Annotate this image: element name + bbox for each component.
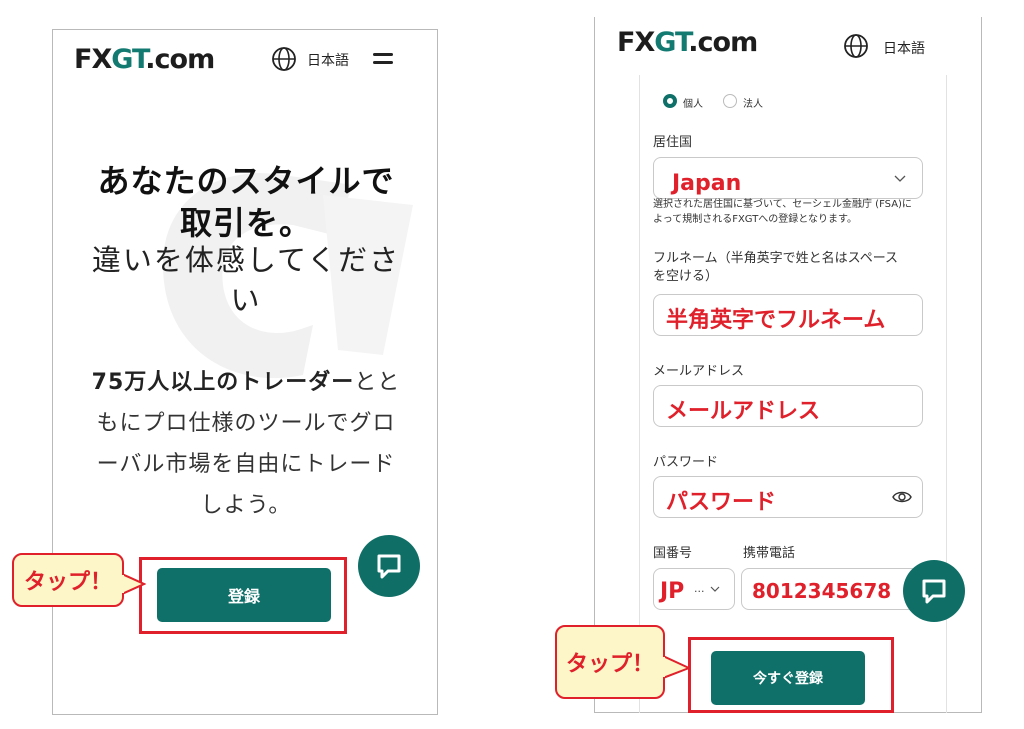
radio-corporate-label: 法人	[743, 99, 763, 110]
radio-individual[interactable]	[663, 94, 677, 108]
chevron-down-icon	[894, 175, 906, 182]
country-code-select[interactable]: JP ...	[653, 568, 735, 610]
radio-individual-label: 個人	[683, 99, 703, 110]
headline-subtitle: 違いを体感してくださ い	[91, 243, 401, 317]
globe-icon[interactable]	[843, 33, 869, 59]
callout-pointer-right	[663, 654, 691, 680]
phone-value: 8012345678	[752, 579, 892, 603]
language-selector[interactable]: 日本語	[307, 50, 349, 70]
phone-label: 携帯電話	[743, 546, 796, 561]
phone-input[interactable]: 8012345678	[741, 568, 923, 610]
tap-callout-right: タップ！	[555, 625, 665, 699]
country-code-value: JP	[660, 579, 685, 604]
chat-button[interactable]	[358, 535, 420, 597]
chat-bubble-icon	[377, 554, 401, 579]
country-value: Japan	[672, 171, 742, 196]
chat-bubble-icon	[922, 579, 946, 604]
fxgt-logo[interactable]: FXGT.com	[617, 27, 758, 58]
language-selector[interactable]: 日本語	[883, 38, 925, 58]
country-code-ellipsis: ...	[694, 582, 705, 595]
intro-text: 75万人以上のトレーダーとと もにプロ仕様のツールでグロ ーバル市場を自由にトレ…	[91, 370, 401, 518]
chat-button[interactable]	[903, 560, 965, 622]
password-label: パスワード	[653, 455, 719, 470]
callout-pointer-left	[122, 572, 146, 596]
tap-callout-left: タップ！	[12, 553, 124, 607]
country-label: 居住国	[653, 135, 693, 150]
highlight-box-right	[688, 637, 894, 713]
email-label: メールアドレス	[653, 364, 745, 379]
country-select[interactable]: Japan	[653, 157, 923, 199]
chevron-down-icon	[710, 586, 720, 592]
radio-corporate[interactable]	[723, 94, 737, 108]
highlight-box-left	[139, 557, 347, 634]
password-value: パスワード	[666, 490, 777, 515]
country-note: 選択された居住国に基づいて、セーシェル金融庁 (FSA)に よって規制されるFX…	[653, 199, 912, 225]
menu-icon[interactable]	[373, 53, 393, 69]
globe-icon[interactable]	[271, 46, 297, 72]
fxgt-logo[interactable]: FXGT.com	[74, 44, 215, 75]
country-code-label: 国番号	[653, 546, 693, 561]
password-input[interactable]: パスワード	[653, 476, 923, 518]
headline-title: あなたのスタイルで 取引を。	[97, 162, 395, 242]
eye-icon[interactable]	[892, 489, 912, 505]
fullname-label: フルネーム（半角英字で姓と名はスペース を空ける）	[653, 251, 899, 284]
fullname-value: 半角英字でフルネーム	[666, 308, 886, 333]
email-input[interactable]: メールアドレス	[653, 385, 923, 427]
email-value: メールアドレス	[666, 399, 821, 424]
fullname-input[interactable]: 半角英字でフルネーム	[653, 294, 923, 336]
